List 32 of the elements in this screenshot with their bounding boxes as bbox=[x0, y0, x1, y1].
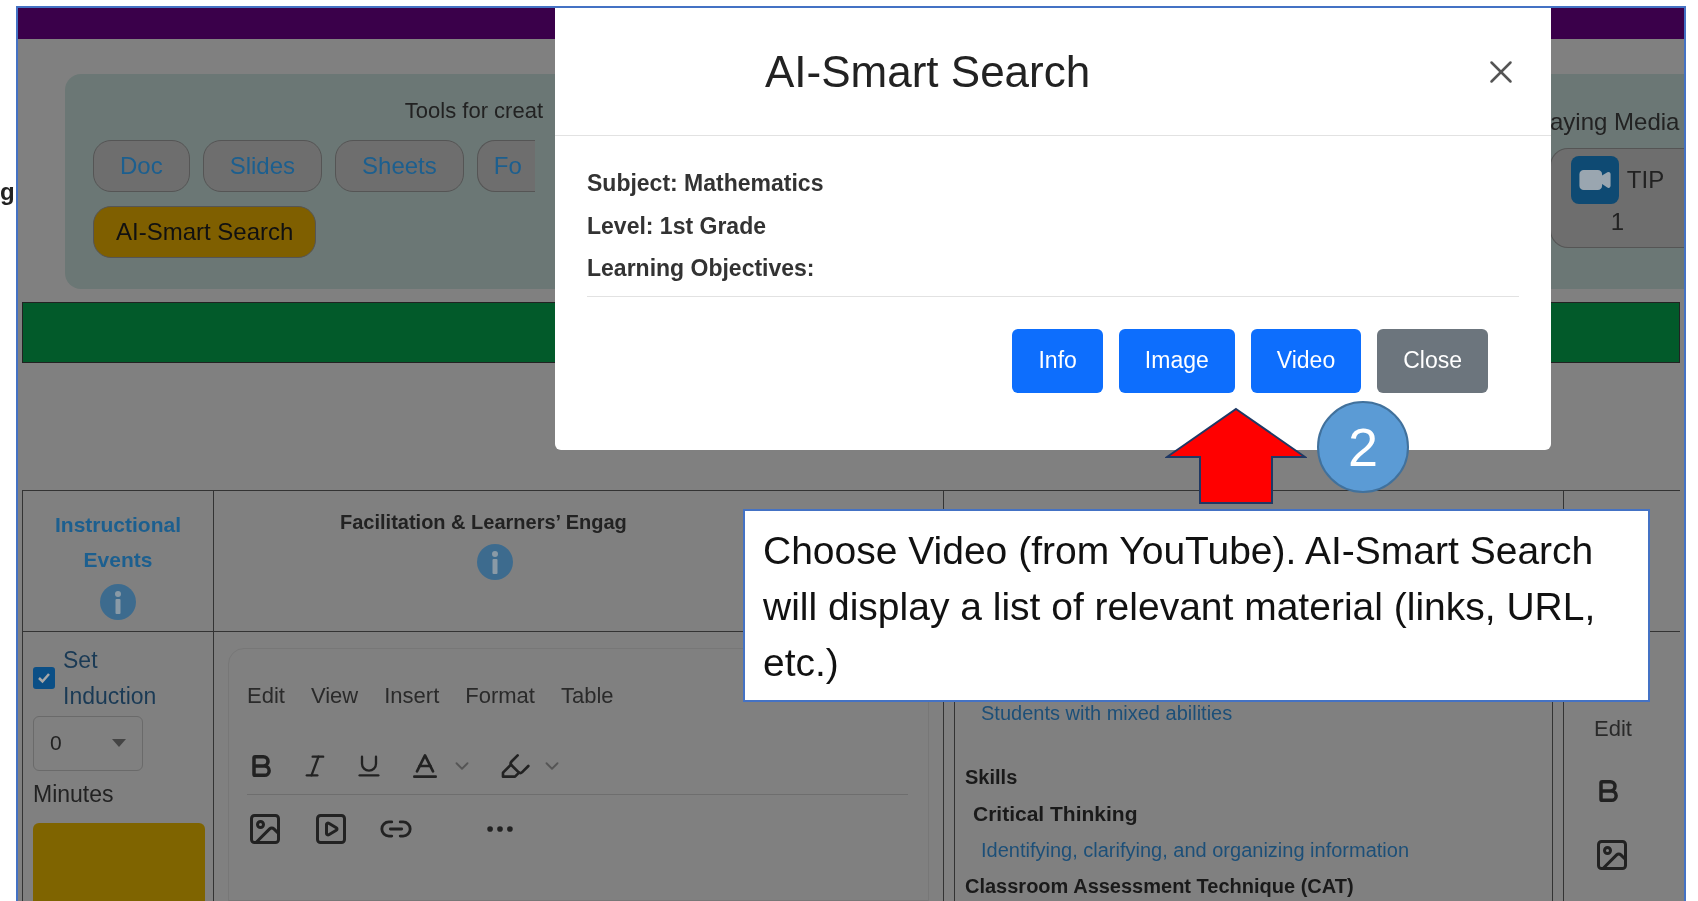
link[interactable]: Identifying, clarifying, and organizing information bbox=[965, 835, 1410, 865]
section-heading: Critical Thinking bbox=[972, 800, 1138, 827]
editor-menu-item[interactable]: Edit bbox=[247, 678, 285, 712]
column-heading: Instructional Events bbox=[54, 511, 182, 573]
editor-menu-item[interactable]: Format bbox=[465, 678, 535, 712]
smart-search-button[interactable]: AI-Smart Search bbox=[93, 205, 317, 258]
modal-text: Learning Objectives: bbox=[587, 254, 815, 283]
modal-title: AI-Smart Search bbox=[765, 45, 1091, 98]
modal-button[interactable]: Video bbox=[1250, 328, 1362, 393]
media-caption: aying Media bbox=[1550, 106, 1681, 137]
editor-menu-item[interactable]: View bbox=[310, 678, 359, 712]
editor-menu-item[interactable]: Edit bbox=[1594, 711, 1632, 745]
editor-menu-item[interactable]: Table bbox=[560, 678, 614, 712]
dropdown-arrow-icon bbox=[112, 739, 126, 747]
modal-text: Subject: Mathematics bbox=[587, 169, 824, 198]
event-label: Set Induction bbox=[63, 645, 158, 711]
minutes-label: Minutes bbox=[33, 779, 115, 809]
modal-button[interactable]: Close bbox=[1377, 328, 1488, 393]
video-camera-icon bbox=[1570, 155, 1619, 204]
section-heading: Classroom Assessment Technique (CAT) bbox=[965, 874, 1354, 899]
modal-text: Level: 1st Grade bbox=[587, 211, 766, 241]
modal-button[interactable]: Image bbox=[1118, 328, 1235, 393]
tip-button[interactable]: TIP 1 bbox=[1550, 147, 1684, 248]
callout-text: Choose Video (from YouTube). AI-Smart Search will display a list of relevant material (links, URL, etc.) bbox=[743, 509, 1650, 702]
checkbox[interactable] bbox=[33, 666, 55, 689]
editor-menu-item[interactable]: Insert bbox=[384, 678, 440, 712]
minutes-select[interactable]: 0 bbox=[33, 715, 143, 771]
tools-caption: Tools for creat bbox=[404, 97, 543, 123]
column-heading: Facilitation & Learners’ Engag bbox=[340, 509, 627, 535]
section-heading: Skills bbox=[965, 764, 1018, 790]
modal-button[interactable]: Info bbox=[1012, 328, 1103, 393]
page-text: g bbox=[0, 178, 15, 205]
